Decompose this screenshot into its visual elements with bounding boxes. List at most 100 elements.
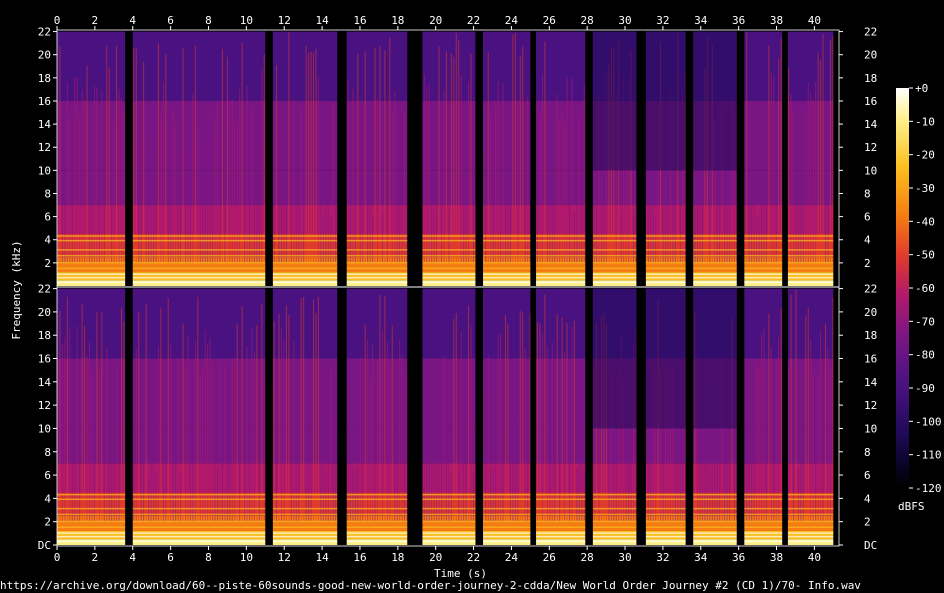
- spectrogram-left-channel: [57, 31, 839, 286]
- transient-streak: [374, 47, 376, 263]
- transient-streak: [327, 202, 329, 263]
- transient-streak: [709, 446, 711, 522]
- transient-streak: [374, 402, 376, 522]
- y-tick-label-right: 8: [864, 446, 871, 459]
- transient-streak: [108, 394, 110, 522]
- transient-streak: [263, 54, 265, 263]
- transient-streak: [352, 464, 354, 522]
- transient-streak: [423, 74, 425, 263]
- transient-streak: [202, 365, 204, 522]
- transient-streak: [116, 365, 118, 522]
- colorbar-tick-label: -10: [915, 115, 935, 128]
- transient-streak: [458, 40, 460, 263]
- harmonic-line: [57, 267, 839, 270]
- transient-streak: [568, 387, 570, 522]
- transient-streak: [298, 451, 300, 522]
- transient-streak: [384, 50, 386, 263]
- transient-streak: [116, 45, 118, 263]
- transient-streak: [369, 379, 371, 522]
- y-tick-label-left: 18: [38, 72, 51, 85]
- transient-streak: [401, 354, 403, 522]
- y-tick-label-left: 14: [38, 118, 52, 131]
- silent-gap: [265, 288, 273, 545]
- y-tick-label-right: 14: [864, 376, 878, 389]
- transient-streak: [536, 124, 538, 263]
- y-tick-label-right: 8: [864, 187, 871, 200]
- transient-streak: [832, 36, 834, 263]
- transient-streak: [559, 444, 561, 522]
- transient-streak: [76, 326, 78, 522]
- transient-streak: [780, 38, 782, 263]
- transient-streak: [84, 325, 86, 522]
- transient-streak: [450, 53, 452, 263]
- y-tick-label-right: 14: [864, 118, 878, 131]
- transient-streak: [384, 295, 386, 522]
- transient-streak: [226, 428, 228, 522]
- quiet-region: [693, 31, 737, 171]
- transient-streak: [753, 158, 755, 263]
- transient-streak: [152, 400, 154, 522]
- transient-streak: [775, 135, 777, 263]
- transient-streak: [325, 170, 327, 263]
- transient-streak: [285, 202, 287, 263]
- transient-streak: [460, 331, 462, 522]
- transient-streak: [519, 310, 521, 522]
- y-tick-label-left: 4: [44, 234, 51, 247]
- y-tick-label-left: 16: [38, 353, 51, 366]
- transient-streak: [536, 322, 538, 522]
- transient-streak: [308, 52, 310, 263]
- transient-streak: [118, 89, 120, 263]
- spectrogram-figure: 0022446688101012121414161618182020222224…: [10, 14, 942, 580]
- transient-streak: [312, 299, 314, 522]
- end-silence: [833, 288, 839, 545]
- transient-streak: [527, 382, 529, 522]
- transient-streak: [465, 400, 467, 522]
- transient-streak: [674, 444, 676, 522]
- transient-streak: [566, 322, 568, 522]
- transient-streak: [470, 326, 472, 522]
- transient-streak: [440, 192, 442, 263]
- transient-streak: [236, 323, 238, 522]
- y-tick-label-right: 2: [864, 516, 871, 529]
- harmonic-line: [57, 273, 839, 275]
- silent-gap: [636, 31, 646, 286]
- harmonic-line: [57, 254, 839, 257]
- transient-streak: [332, 102, 334, 263]
- transient-streak: [812, 99, 814, 263]
- transient-streak: [231, 99, 233, 263]
- transient-streak: [556, 94, 558, 263]
- transient-streak: [160, 307, 162, 522]
- x-tick-label-top: 18: [391, 14, 404, 27]
- x-tick-label-top: 4: [129, 14, 136, 27]
- transient-streak: [317, 296, 319, 522]
- transient-streak: [150, 450, 152, 522]
- transient-streak: [312, 52, 314, 263]
- transient-streak: [768, 313, 770, 522]
- transient-streak: [760, 140, 762, 263]
- silent-gap: [475, 288, 484, 545]
- colorbar-tick-label: -90: [915, 382, 935, 395]
- transient-streak: [822, 33, 824, 263]
- transient-streak: [349, 126, 351, 263]
- y-tick-label-right: 4: [864, 492, 871, 505]
- x-tick-label-top: 0: [54, 14, 61, 27]
- transient-streak: [394, 90, 396, 263]
- quiet-region: [645, 31, 686, 171]
- harmonic-line: [57, 498, 839, 501]
- transient-streak: [135, 48, 137, 263]
- transient-streak: [143, 417, 145, 522]
- colorbar-tick-label: -20: [915, 149, 935, 162]
- transient-streak: [544, 294, 546, 522]
- transient-streak: [706, 451, 708, 522]
- transient-streak: [66, 296, 68, 522]
- transient-streak: [554, 185, 556, 263]
- x-tick-label-top: 22: [467, 14, 480, 27]
- silent-gap: [585, 31, 593, 286]
- transient-streak: [263, 381, 265, 522]
- transient-streak: [564, 352, 566, 522]
- transient-streak: [175, 122, 177, 263]
- x-tick-label-bottom: 30: [618, 551, 631, 564]
- transient-streak: [756, 361, 758, 522]
- transient-streak: [603, 202, 605, 263]
- transient-streak: [758, 367, 760, 522]
